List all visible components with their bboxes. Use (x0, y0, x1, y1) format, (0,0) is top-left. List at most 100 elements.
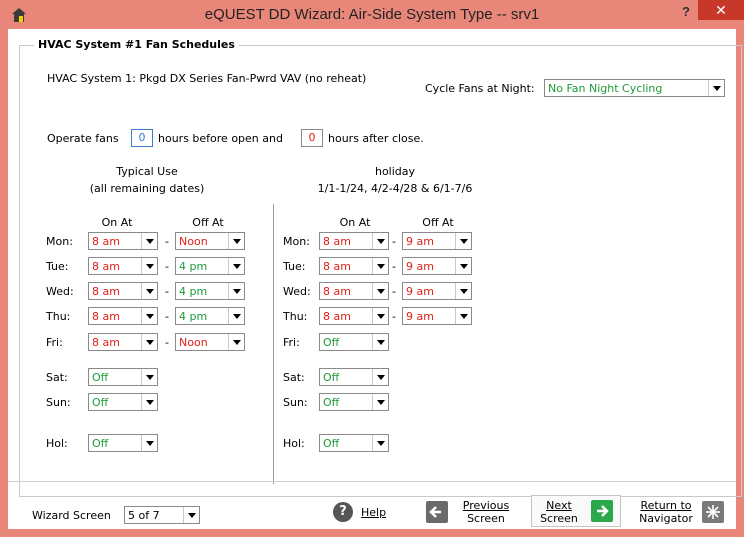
chevron-down-icon[interactable] (141, 369, 157, 385)
window-title: eQUEST DD Wizard: Air-Side System Type -… (204, 6, 540, 23)
help-circle-icon: ? (333, 502, 353, 522)
chevron-down-icon[interactable] (372, 258, 388, 274)
chevron-down-icon[interactable] (455, 233, 471, 249)
holiday-tue-off-dropdown[interactable]: 9 am (402, 257, 472, 275)
chevron-down-icon[interactable] (372, 394, 388, 410)
chevron-down-icon[interactable] (141, 233, 157, 249)
previous-label-line1: Previous (462, 499, 510, 512)
return-to-navigator-button[interactable]: Return to Navigator (636, 497, 734, 527)
holiday-hol-on-dropdown[interactable]: Off (319, 434, 389, 452)
chevron-down-icon[interactable] (228, 283, 244, 299)
holiday-thu-day-label: Thu: (283, 310, 308, 323)
typical-tue-off-dropdown[interactable]: 4 pm (175, 257, 245, 275)
chevron-down-icon[interactable] (141, 394, 157, 410)
holiday-fri-on-dropdown[interactable]: Off (319, 333, 389, 351)
chevron-down-icon[interactable] (372, 369, 388, 385)
chevron-down-icon[interactable] (455, 308, 471, 324)
holiday-hol-day-label: Hol: (283, 437, 305, 450)
typical-sun-on-dropdown[interactable]: Off (88, 393, 158, 411)
typical-thu-day-label: Thu: (46, 310, 71, 323)
chevron-down-icon[interactable] (141, 283, 157, 299)
hours-before-label: hours before open and (158, 132, 283, 145)
holiday-mon-on-dropdown[interactable]: 8 am (319, 232, 389, 250)
chevron-down-icon[interactable] (228, 334, 244, 350)
typical-wed-on-dropdown[interactable]: 8 am (88, 282, 158, 300)
arrow-right-icon (591, 500, 613, 522)
holiday-wed-on-dropdown-value: 8 am (323, 285, 351, 298)
holiday-thu-off-dropdown[interactable]: 9 am (402, 307, 472, 325)
chevron-down-icon[interactable] (372, 334, 388, 350)
typical-mon-off-dropdown-value: Noon (179, 235, 208, 248)
typical-wed-day-label: Wed: (46, 285, 74, 298)
holiday-tue-on-dropdown-value: 8 am (323, 260, 351, 273)
footer-divider (8, 481, 736, 482)
typical-tue-on-dropdown[interactable]: 8 am (88, 257, 158, 275)
next-screen-button[interactable]: Next Screen (531, 495, 621, 527)
typical-mon-day-label: Mon: (46, 235, 73, 248)
typical-hol-on-dropdown[interactable]: Off (88, 434, 158, 452)
wizard-screen-value: 5 of 7 (128, 509, 160, 522)
wizard-window: eQUEST DD Wizard: Air-Side System Type -… (0, 0, 744, 537)
chevron-down-icon[interactable] (141, 435, 157, 451)
typical-hol-day-label: Hol: (46, 437, 68, 450)
holiday-sat-on-dropdown[interactable]: Off (319, 368, 389, 386)
typical-hol-on-dropdown-value: Off (92, 437, 109, 450)
chevron-down-icon[interactable] (372, 308, 388, 324)
typical-mon-on-dropdown[interactable]: 8 am (88, 232, 158, 250)
typical-thu-off-dropdown-value: 4 pm (179, 310, 208, 323)
group-title: HVAC System #1 Fan Schedules (34, 38, 239, 51)
typical-fri-on-dropdown[interactable]: 8 am (88, 333, 158, 351)
title-help-button[interactable]: ? (682, 4, 690, 19)
hours-after-input[interactable]: 0 (301, 129, 323, 147)
wizard-screen-dropdown[interactable]: 5 of 7 (124, 506, 200, 524)
chevron-down-icon[interactable] (228, 233, 244, 249)
holiday-sun-on-dropdown[interactable]: Off (319, 393, 389, 411)
return-label-line2: Navigator (639, 512, 693, 525)
typical-fri-off-dropdown[interactable]: Noon (175, 333, 245, 351)
hours-after-label: hours after close. (328, 132, 424, 145)
typical-thu-on-dropdown[interactable]: 8 am (88, 307, 158, 325)
chevron-down-icon[interactable] (141, 334, 157, 350)
chevron-down-icon[interactable] (372, 233, 388, 249)
holiday-thu-on-dropdown[interactable]: 8 am (319, 307, 389, 325)
typical-sat-on-dropdown-value: Off (92, 371, 109, 384)
holiday-off-header: Off At (422, 216, 454, 229)
holiday-tue-off-dropdown-value: 9 am (406, 260, 434, 273)
chevron-down-icon[interactable] (455, 258, 471, 274)
typical-mon-off-dropdown[interactable]: Noon (175, 232, 245, 250)
column-divider (273, 204, 274, 484)
holiday-fri-day-label: Fri: (283, 336, 300, 349)
typical-tue-off-dropdown-value: 4 pm (179, 260, 208, 273)
chevron-down-icon[interactable] (372, 283, 388, 299)
holiday-mon-dash: - (392, 235, 396, 248)
typical-off-header: Off At (192, 216, 224, 229)
typical-mon-dash: - (165, 235, 169, 248)
hours-before-input[interactable]: 0 (131, 129, 153, 147)
typical-thu-off-dropdown[interactable]: 4 pm (175, 307, 245, 325)
typical-sat-day-label: Sat: (46, 371, 68, 384)
chevron-down-icon[interactable] (708, 80, 724, 96)
holiday-wed-off-dropdown-value: 9 am (406, 285, 434, 298)
typical-tue-dash: - (165, 260, 169, 273)
holiday-wed-off-dropdown[interactable]: 9 am (402, 282, 472, 300)
typical-sat-on-dropdown[interactable]: Off (88, 368, 158, 386)
chevron-down-icon[interactable] (228, 308, 244, 324)
holiday-sun-on-dropdown-value: Off (323, 396, 340, 409)
close-button[interactable]: ✕ (698, 0, 744, 20)
cycle-fans-dropdown[interactable]: No Fan Night Cycling (544, 79, 725, 97)
holiday-hol-on-dropdown-value: Off (323, 437, 340, 450)
chevron-down-icon[interactable] (455, 283, 471, 299)
chevron-down-icon[interactable] (228, 258, 244, 274)
holiday-tue-on-dropdown[interactable]: 8 am (319, 257, 389, 275)
typical-wed-off-dropdown-value: 4 pm (179, 285, 208, 298)
chevron-down-icon[interactable] (141, 258, 157, 274)
chevron-down-icon[interactable] (183, 507, 199, 523)
chevron-down-icon[interactable] (141, 308, 157, 324)
typical-heading: Typical Use (116, 165, 178, 178)
holiday-wed-on-dropdown[interactable]: 8 am (319, 282, 389, 300)
typical-wed-off-dropdown[interactable]: 4 pm (175, 282, 245, 300)
chevron-down-icon[interactable] (372, 435, 388, 451)
holiday-mon-off-dropdown[interactable]: 9 am (402, 232, 472, 250)
help-button[interactable]: ? Help (333, 500, 403, 524)
previous-screen-button[interactable]: Previous Screen (423, 497, 523, 527)
